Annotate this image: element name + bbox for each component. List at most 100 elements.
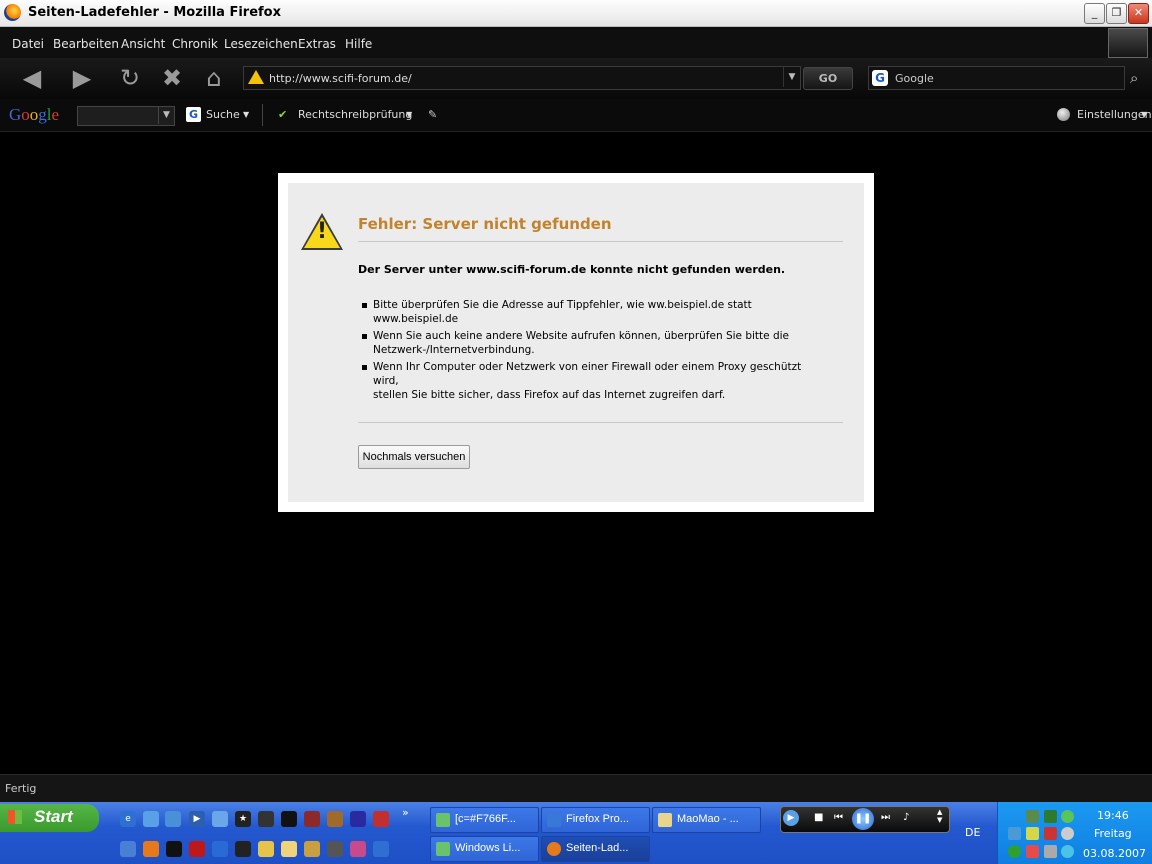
retry-button[interactable]: Nochmals versuchen: [358, 445, 470, 469]
clock-icon[interactable]: [258, 841, 274, 857]
tray-app-icon[interactable]: [1008, 845, 1021, 858]
tray-app-icon[interactable]: [1044, 827, 1057, 840]
google-logo[interactable]: Google: [9, 105, 59, 125]
title-bar: Seiten-Ladefehler - Mozilla Firefox _ ❐ …: [0, 0, 1152, 27]
search-options-dropdown[interactable]: ▼: [243, 110, 249, 119]
google-logo-letter: o: [21, 105, 30, 124]
task-button[interactable]: Windows Li...: [430, 836, 539, 862]
media-player-icon[interactable]: ▶: [783, 810, 799, 826]
firefox-icon[interactable]: [143, 841, 159, 857]
search-engine-icon[interactable]: G: [872, 70, 888, 86]
flag-icon[interactable]: [373, 811, 389, 827]
task-button[interactable]: Firefox Pro...: [541, 807, 650, 833]
ie-icon[interactable]: [373, 841, 389, 857]
task-button-active[interactable]: Seiten-Lad...: [541, 836, 650, 862]
toolbar-divider: [262, 104, 263, 126]
url-dropdown-button[interactable]: ▼: [783, 67, 800, 87]
error-hint-1: Bitte überprüfen Sie die Adresse auf Tip…: [373, 298, 813, 326]
settings-dropdown[interactable]: ▼: [1141, 110, 1147, 119]
language-indicator[interactable]: DE: [965, 826, 980, 839]
go-button[interactable]: GO: [803, 67, 853, 90]
tray-app-icon[interactable]: [1026, 827, 1039, 840]
desktop-icon[interactable]: [120, 841, 136, 857]
ie-icon[interactable]: e: [120, 811, 136, 827]
maximize-button[interactable]: ❐: [1106, 3, 1127, 24]
app-icon[interactable]: [212, 841, 228, 857]
tray-app-icon[interactable]: [1026, 810, 1039, 823]
google-search-icon[interactable]: G: [186, 107, 201, 122]
app-icon[interactable]: [258, 811, 274, 827]
hint-1-line-1: Bitte überprüfen Sie die Adresse auf Tip…: [373, 299, 752, 311]
google-logo-letter: o: [29, 105, 39, 124]
menu-extras[interactable]: Extras: [298, 37, 336, 51]
media-player-icon[interactable]: ▶: [189, 811, 205, 827]
task-button[interactable]: [c=#F766F...: [430, 807, 539, 833]
minimize-button[interactable]: _: [1084, 3, 1105, 24]
search-input[interactable]: Google: [895, 72, 934, 85]
menu-lesezeichen[interactable]: Lesezeichen: [224, 37, 298, 51]
menu-hilfe[interactable]: Hilfe: [345, 37, 372, 51]
next-icon[interactable]: ⏭: [881, 812, 890, 823]
warning-icon: [248, 70, 264, 84]
google-search-dropdown[interactable]: ▼: [158, 107, 174, 124]
tray-app-icon[interactable]: [1061, 827, 1074, 840]
tray-app-icon[interactable]: [1026, 845, 1039, 858]
menu-ansicht[interactable]: Ansicht: [121, 37, 165, 51]
pause-button[interactable]: ❚❚: [852, 808, 874, 830]
window-title: Seiten-Ladefehler - Mozilla Firefox: [28, 5, 281, 20]
app-icon[interactable]: [350, 841, 366, 857]
previous-icon[interactable]: ⏮: [834, 812, 843, 823]
spellcheck-button[interactable]: Rechtschreibprüfung: [298, 108, 412, 121]
close-button[interactable]: ✕: [1128, 3, 1149, 24]
game-icon[interactable]: ★: [235, 811, 251, 827]
app-icon[interactable]: [166, 841, 182, 857]
google-logo-letter: G: [9, 105, 22, 124]
url-text[interactable]: http://www.scifi-forum.de/: [269, 72, 412, 85]
error-divider: [358, 241, 843, 242]
error-hint-2: Wenn Sie auch keine andere Website aufru…: [373, 329, 813, 357]
tray-app-icon[interactable]: [1061, 845, 1074, 858]
menu-chronik[interactable]: Chronik: [172, 37, 218, 51]
app-icon[interactable]: [189, 841, 205, 857]
home-button[interactable]: ⌂: [196, 62, 232, 95]
earth-icon[interactable]: [350, 811, 366, 827]
app-icon[interactable]: [235, 841, 251, 857]
volume-spin-icon[interactable]: ▲ ▼: [937, 808, 942, 824]
computer-icon[interactable]: [143, 811, 159, 827]
messenger-icon[interactable]: [165, 811, 181, 827]
app-icon[interactable]: [327, 841, 343, 857]
reload-button[interactable]: ↻: [112, 62, 148, 95]
start-button[interactable]: Start: [0, 804, 99, 832]
search-icon[interactable]: ⌕: [1130, 69, 1138, 87]
app-icon[interactable]: [304, 841, 320, 857]
status-bar: [0, 774, 1152, 803]
chevron-right-icon[interactable]: »: [402, 806, 409, 819]
highlighter-icon[interactable]: ✎: [428, 108, 437, 121]
counter-strike-icon[interactable]: [281, 811, 297, 827]
stop-button[interactable]: ✖: [154, 62, 190, 95]
stop-icon[interactable]: ■: [814, 812, 823, 823]
app-icon[interactable]: [327, 811, 343, 827]
app-icon[interactable]: [304, 811, 320, 827]
menu-bearbeiten[interactable]: Bearbeiten: [53, 37, 119, 51]
messenger-icon[interactable]: [1061, 810, 1074, 823]
clock-date[interactable]: 03.08.2007: [1083, 847, 1146, 860]
spellcheck-dropdown[interactable]: ▼: [406, 110, 412, 119]
task-button[interactable]: MaoMao - ...: [652, 807, 761, 833]
google-search-button[interactable]: Suche: [206, 108, 240, 121]
settings-icon[interactable]: [1057, 108, 1070, 121]
hint-2-line-2: Netzwerk-/Internetverbindung.: [373, 344, 535, 356]
clock-time[interactable]: 19:46: [1097, 809, 1129, 822]
network-icon[interactable]: [1008, 827, 1021, 840]
task-label: Windows Li...: [455, 842, 521, 854]
tray-app-icon[interactable]: [1044, 845, 1057, 858]
forward-button[interactable]: ▶: [58, 62, 106, 95]
menu-datei[interactable]: Datei: [12, 37, 44, 51]
ie-icon: [547, 813, 561, 827]
folder-icon[interactable]: [281, 841, 297, 857]
volume-icon[interactable]: ♪: [903, 812, 909, 823]
itunes-icon[interactable]: [212, 811, 228, 827]
tray-app-icon[interactable]: [1044, 810, 1057, 823]
back-button[interactable]: ◀: [8, 62, 56, 95]
clock-day[interactable]: Freitag: [1094, 827, 1132, 840]
